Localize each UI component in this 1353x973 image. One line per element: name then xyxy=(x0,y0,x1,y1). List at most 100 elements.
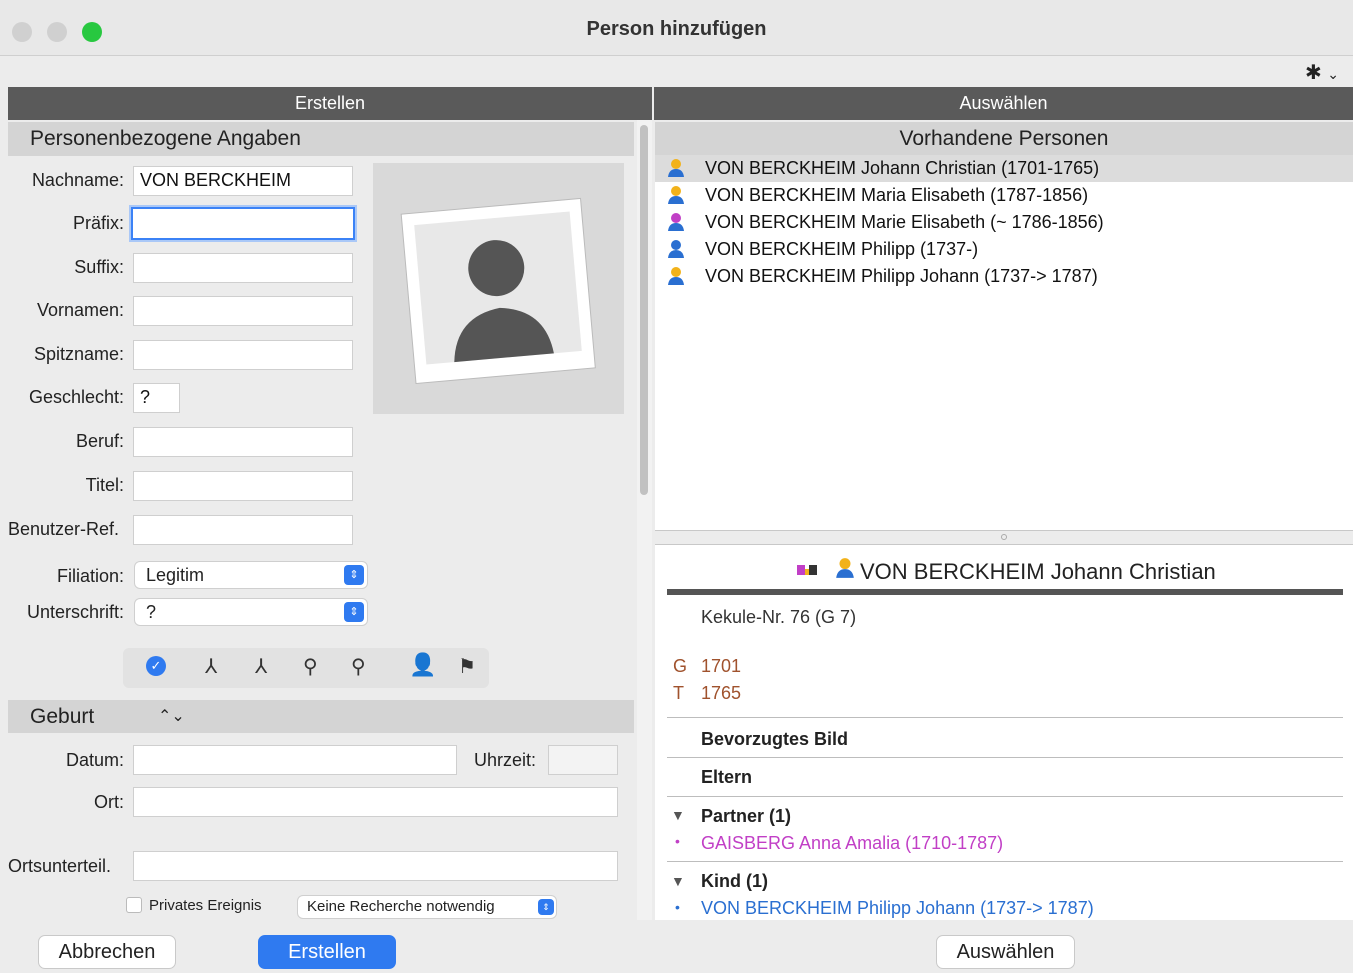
existing-persons-header: Vorhandene Personen xyxy=(655,122,1353,155)
window-title: Person hinzufügen xyxy=(586,18,767,40)
titel-label: Titel: xyxy=(85,475,124,495)
partner-link[interactable]: GAISBERG Anna Amalia (1710-1787) xyxy=(701,833,1003,854)
death-label: T xyxy=(673,683,684,703)
uhrzeit-field[interactable] xyxy=(548,745,618,775)
person-name: VON BERCKHEIM Maria Elisabeth (1787-1856… xyxy=(705,185,1089,205)
kekule-number: Kekule-Nr. 76 (G 7) xyxy=(701,607,857,627)
link-parents-icon[interactable]: ⅄ xyxy=(205,654,217,679)
flag-icon[interactable]: ⚑ xyxy=(458,654,476,679)
bullet-icon: • xyxy=(675,833,680,849)
search-person-icon[interactable]: ⚲ xyxy=(351,654,366,679)
vornamen-field[interactable] xyxy=(133,296,353,326)
unterschrift-value: ? xyxy=(146,602,157,622)
create-button[interactable]: Erstellen xyxy=(258,935,396,969)
research-value: Keine Recherche notwendig xyxy=(307,898,495,915)
person-male-icon xyxy=(668,240,684,258)
check-icon[interactable]: ✓ xyxy=(146,656,166,676)
spitzname-field[interactable] xyxy=(133,340,353,370)
person-name: VON BERCKHEIM Johann Christian (1701-176… xyxy=(705,158,1100,178)
divider-handle-icon[interactable] xyxy=(1001,534,1007,540)
updown-icon: ⇕ xyxy=(344,565,364,585)
branch-icon[interactable]: ⚲ xyxy=(303,654,318,679)
vornamen-label: Vornamen: xyxy=(36,300,124,320)
updown-icon: ⇕ xyxy=(344,602,364,622)
gear-icon[interactable]: ✱ ⌄ xyxy=(1305,60,1339,85)
partner-heading[interactable]: Partner (1) xyxy=(701,806,791,827)
bullet-icon: • xyxy=(675,899,680,915)
person-icon xyxy=(668,186,684,204)
unterschrift-select[interactable]: ? xyxy=(134,598,368,626)
person-name: VON BERCKHEIM Philipp Johann (1737-> 178… xyxy=(705,266,1098,286)
benutzer-ref-field[interactable] xyxy=(133,515,353,545)
divider xyxy=(667,861,1343,862)
detail-name: VON BERCKHEIM Johann Christian xyxy=(860,559,1216,584)
filiation-label: Filiation: xyxy=(56,566,124,586)
event-section-header[interactable]: Geburt ⌃⌄ xyxy=(8,700,634,733)
person-female-icon xyxy=(668,213,684,231)
child-link[interactable]: VON BERCKHEIM Philipp Johann (1737-> 178… xyxy=(701,898,1094,919)
person-icon xyxy=(836,558,854,578)
disclosure-triangle-icon[interactable]: ▼ xyxy=(671,873,685,889)
datum-field[interactable] xyxy=(133,745,457,775)
titel-field[interactable] xyxy=(133,471,353,501)
parents-heading[interactable]: Eltern xyxy=(701,767,752,788)
bottom-bar xyxy=(0,920,1353,973)
select-button[interactable]: Auswählen xyxy=(936,935,1075,969)
filiation-select[interactable]: Legitim xyxy=(134,561,368,589)
disclosure-triangle-icon[interactable]: ▼ xyxy=(671,807,685,823)
praefix-field[interactable] xyxy=(131,207,355,240)
person-icon[interactable]: 👤 xyxy=(409,652,436,678)
person-detail: VON BERCKHEIM Johann Christian Kekule-Nr… xyxy=(655,545,1353,920)
private-event-checkbox[interactable] xyxy=(126,897,142,913)
generation-bars-icon xyxy=(797,561,827,575)
toolbar xyxy=(8,57,1353,87)
personal-section-header: Personenbezogene Angaben xyxy=(8,122,634,156)
ort-label: Ort: xyxy=(94,792,124,812)
event-type-label: Geburt xyxy=(30,705,95,728)
praefix-label: Präfix: xyxy=(72,213,124,233)
death-year: 1765 xyxy=(701,683,742,703)
divider xyxy=(667,717,1343,718)
person-icon xyxy=(668,267,684,285)
list-item[interactable]: VON BERCKHEIM Johann Christian (1701-176… xyxy=(655,155,1353,182)
persons-list: VON BERCKHEIM Johann Christian (1701-176… xyxy=(655,155,1353,530)
person-name: VON BERCKHEIM Marie Elisabeth (~ 1786-18… xyxy=(705,212,1104,232)
list-item[interactable]: VON BERCKHEIM Philipp (1737-) xyxy=(655,236,1353,263)
datum-label: Datum: xyxy=(65,750,124,770)
suffix-field[interactable] xyxy=(133,253,353,283)
divider xyxy=(667,757,1343,758)
chevron-down-icon: ⌄ xyxy=(1327,66,1339,82)
private-event-label: Privates Ereignis xyxy=(149,897,262,914)
ortsunterteil-field[interactable] xyxy=(133,851,618,881)
benutzer-ref-label: Benutzer-Ref. xyxy=(8,519,120,539)
list-item[interactable]: VON BERCKHEIM Marie Elisabeth (~ 1786-18… xyxy=(655,209,1353,236)
ortsunterteil-label: Ortsunterteil. xyxy=(8,856,112,876)
beruf-label: Beruf: xyxy=(75,431,124,451)
child-heading[interactable]: Kind (1) xyxy=(701,871,768,892)
person-icon xyxy=(668,159,684,177)
geschlecht-label: Geschlecht: xyxy=(28,387,124,407)
person-name: VON BERCKHEIM Philipp (1737-) xyxy=(705,239,979,259)
unlink-icon[interactable]: ⅄ xyxy=(255,654,267,679)
photo-frame[interactable] xyxy=(373,163,624,414)
updown-icon: ⇕ xyxy=(538,899,554,915)
unterschrift-label: Unterschrift: xyxy=(26,602,124,622)
left-scrollbar-thumb[interactable] xyxy=(640,125,648,495)
birth-label: G xyxy=(673,656,688,676)
research-select[interactable]: Keine Recherche notwendig xyxy=(297,895,557,919)
create-panel-header: Erstellen xyxy=(8,87,652,120)
preferred-image-heading[interactable]: Bevorzugtes Bild xyxy=(701,729,848,750)
filiation-value: Legitim xyxy=(146,565,205,585)
uhrzeit-label: Uhrzeit: xyxy=(473,750,536,770)
beruf-field[interactable] xyxy=(133,427,353,457)
list-item[interactable]: VON BERCKHEIM Philipp Johann (1737-> 178… xyxy=(655,263,1353,290)
select-panel-header: Auswählen xyxy=(654,87,1353,120)
ort-field[interactable] xyxy=(133,787,618,817)
birth-year: 1701 xyxy=(701,656,742,676)
nachname-field[interactable]: VON BERCKHEIM xyxy=(133,166,353,196)
list-item[interactable]: VON BERCKHEIM Maria Elisabeth (1787-1856… xyxy=(655,182,1353,209)
updown-icon[interactable]: ⌃⌄ xyxy=(158,700,185,733)
cancel-button[interactable]: Abbrechen xyxy=(38,935,176,969)
geschlecht-field[interactable]: ? xyxy=(133,383,180,413)
divider xyxy=(667,796,1343,797)
